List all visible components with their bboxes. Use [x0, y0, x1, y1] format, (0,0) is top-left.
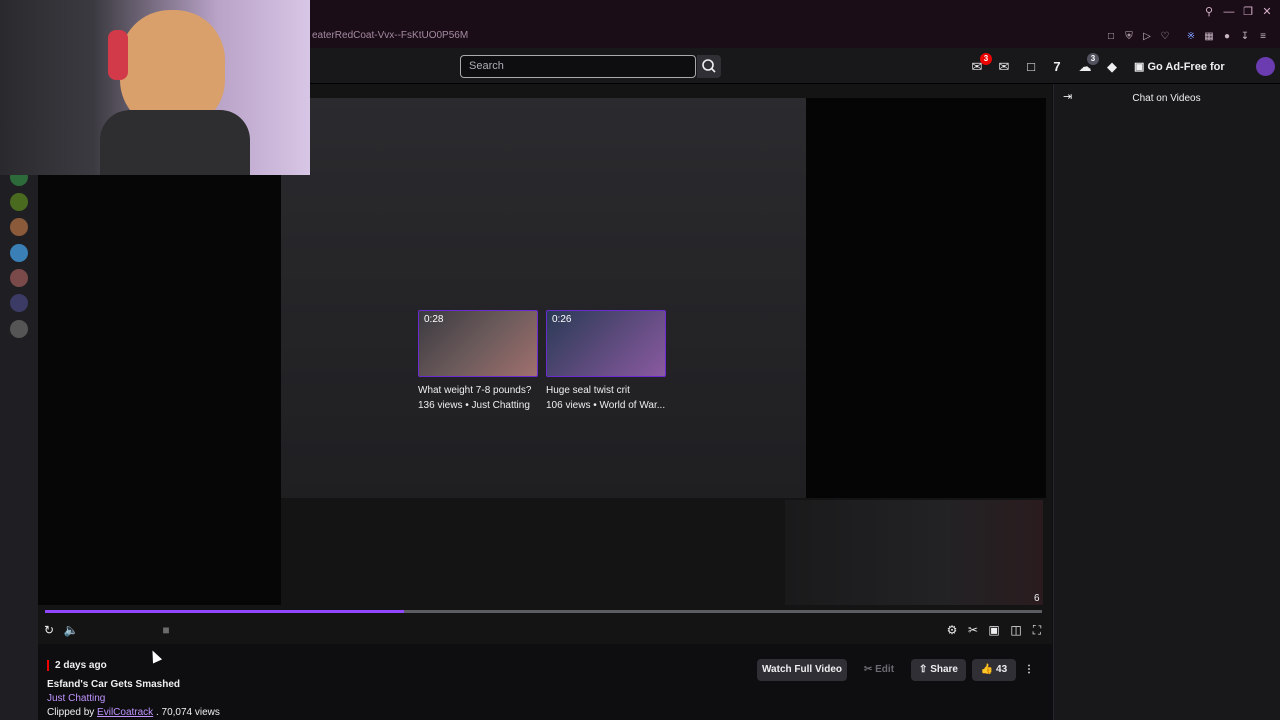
related-clip-card[interactable]: 0:26 Huge seal twist crit 106 views • Wo…: [546, 310, 666, 411]
sidebar-channel-avatar[interactable]: [10, 218, 28, 236]
settings-icon[interactable]: ⚙: [944, 622, 960, 638]
clip-icon[interactable]: ✂: [965, 622, 981, 638]
view-count: . 70,074 views: [155, 707, 220, 718]
chat-panel-title: Chat on Videos: [1132, 93, 1201, 104]
clip-duration: 0:28: [424, 314, 444, 325]
clip-category-link[interactable]: Just Chatting: [47, 693, 105, 704]
more-options-button[interactable]: ⋮: [1021, 659, 1037, 681]
ad-free-button[interactable]: ▣ Go Ad-Free for Free: [1128, 56, 1248, 95]
watch-full-video-button[interactable]: Watch Full Video: [757, 659, 847, 681]
sidebar-channel-avatar[interactable]: [10, 193, 28, 211]
inbox-icon[interactable]: ✉: [995, 58, 1013, 76]
clip-meta: 106 views • World of War...: [546, 400, 666, 411]
shield-extension-icon[interactable]: ⛨: [1122, 30, 1136, 44]
clip-title[interactable]: Huge seal twist crit: [546, 385, 666, 396]
clip-duration: 0:26: [552, 314, 572, 325]
edit-button[interactable]: ✂ Edit: [853, 659, 905, 681]
sidebar-channel-avatar[interactable]: [10, 244, 28, 262]
webcam-shirt: [100, 110, 250, 175]
streamer-cam-inset: [785, 500, 1043, 605]
more-vertical-icon: ⋮: [1024, 664, 1034, 675]
heart-extension-icon[interactable]: ♡: [1158, 30, 1172, 44]
clipper-link[interactable]: EvilCoatrack: [97, 707, 153, 718]
sidebar-channel-avatar[interactable]: [10, 294, 28, 312]
share-button[interactable]: ⇧ Share: [911, 659, 966, 681]
presence-badge: 3: [1087, 53, 1099, 65]
player-counter: 6: [1034, 593, 1040, 604]
play-extension-icon[interactable]: ▷: [1140, 30, 1154, 44]
streamer-webcam-overlay: [0, 0, 310, 175]
clip-title: Esfand's Car Gets Smashed: [47, 679, 180, 690]
crown-icon: ▣: [1134, 61, 1148, 73]
scissors-icon: ✂: [863, 664, 876, 675]
clip-thumbnail[interactable]: 0:28: [418, 310, 538, 377]
clip-age: 2 days ago: [55, 660, 107, 671]
seek-bar-progress: [45, 610, 404, 613]
whispers-icon[interactable]: □: [1022, 58, 1040, 76]
like-count: 43: [996, 664, 1008, 675]
download-icon[interactable]: ↧: [1238, 30, 1252, 44]
screenshot-icon[interactable]: □: [1104, 30, 1118, 44]
share-label: Share: [930, 664, 958, 675]
search-icon: [702, 59, 716, 73]
sidebar-channel-avatar[interactable]: [10, 320, 28, 338]
menu-icon[interactable]: ≡: [1256, 30, 1270, 44]
headphones-left: [108, 30, 128, 80]
browser-search-icon[interactable]: ⚲: [1202, 5, 1216, 19]
related-clip-card[interactable]: 0:28 What weight 7-8 pounds? 136 views •…: [418, 310, 538, 411]
video-letterbox-left: [38, 175, 281, 605]
mini-player-icon[interactable]: ▣: [986, 622, 1002, 638]
edit-label: Edit: [875, 664, 895, 675]
age-indicator: [47, 660, 49, 671]
volume-slider-thumb[interactable]: ■: [158, 622, 174, 638]
minimize-icon[interactable]: —: [1222, 5, 1236, 19]
url-text[interactable]: eaterRedCoat-Vvx--FsKtUO0P56M: [312, 30, 468, 41]
search-input[interactable]: Search: [460, 55, 696, 78]
chat-panel: [1053, 84, 1280, 720]
restore-icon[interactable]: ❐: [1241, 5, 1255, 19]
clip-thumbnail[interactable]: 0:26: [546, 310, 666, 377]
puzzle-extension-icon[interactable]: ▦: [1202, 30, 1216, 44]
close-icon[interactable]: ✕: [1260, 5, 1274, 19]
replay-icon[interactable]: ↻: [41, 622, 57, 638]
clipped-by-line: Clipped by EvilCoatrack . 70,074 views: [47, 707, 220, 718]
theatre-mode-icon[interactable]: ◫: [1008, 622, 1024, 638]
like-button[interactable]: 👍 43: [972, 659, 1016, 681]
audio-extension-icon[interactable]: ※: [1184, 30, 1198, 44]
clip-title[interactable]: What weight 7-8 pounds?: [418, 385, 538, 396]
clip-meta: 136 views • Just Chatting: [418, 400, 530, 411]
user-avatar[interactable]: [1256, 57, 1275, 76]
video-frame: [281, 98, 806, 498]
seven-tv-icon[interactable]: 7: [1048, 58, 1066, 76]
search-button[interactable]: [697, 55, 721, 78]
video-letterbox-right: [806, 98, 1046, 498]
fullscreen-icon[interactable]: ⛶: [1029, 622, 1045, 638]
notification-badge: 3: [980, 53, 992, 65]
profile-icon[interactable]: ●: [1220, 30, 1234, 44]
thumbs-up-icon: 👍: [980, 664, 997, 675]
bits-icon[interactable]: ◆: [1103, 58, 1121, 76]
sidebar-channel-avatar[interactable]: [10, 269, 28, 287]
share-icon: ⇧: [919, 664, 931, 675]
clipped-by-label: Clipped by: [47, 707, 95, 718]
volume-icon[interactable]: 🔈: [63, 622, 79, 638]
